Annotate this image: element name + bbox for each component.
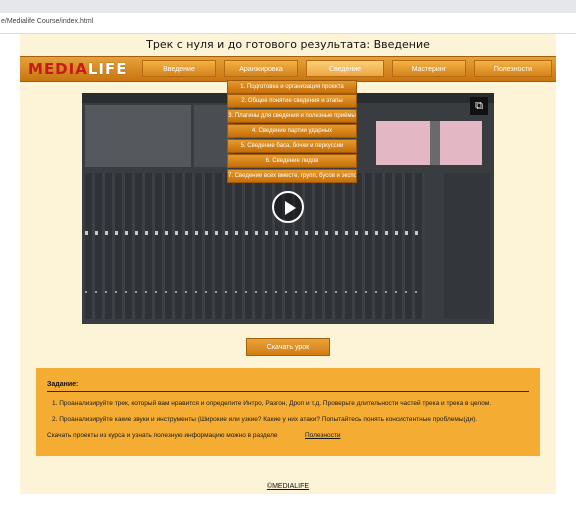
dropdown-item-5[interactable]: 5. Сведение баса, бочки и перкуссии	[227, 139, 357, 153]
dropdown-item-3[interactable]: 3. Плагины для сведения и полезные приём…	[227, 109, 357, 123]
useful-link[interactable]: Полезности	[305, 432, 340, 439]
nav-item-useful[interactable]: Полезности	[474, 60, 552, 77]
daw-mixer-inserts	[444, 173, 490, 319]
dropdown-item-6[interactable]: 6. Сведение лидов	[227, 154, 357, 168]
nav-item-mastering[interactable]: Мастеринг	[392, 60, 466, 77]
mixer-routing	[85, 291, 425, 293]
task-divider	[47, 391, 529, 392]
address-bar[interactable]: e/Medialife Course/index.html	[0, 13, 576, 34]
course-page: Трек с нуля и до готового результата: Вв…	[20, 34, 556, 494]
medialife-logo[interactable]: MEDIALIFE	[28, 60, 127, 78]
nav-item-mixing[interactable]: Сведение	[306, 60, 384, 77]
daw-waveform-marker	[430, 121, 440, 165]
main-navbar: MEDIALIFE Введение Аранжировка Сведение …	[20, 56, 556, 82]
task-footer-text: Скачать проекты из курса и узнать полезн…	[47, 432, 278, 439]
external-link-icon[interactable]: ⧉	[470, 97, 488, 115]
daw-mixer	[85, 173, 425, 319]
nav-item-intro[interactable]: Введение	[142, 60, 216, 77]
footer-copyright[interactable]: ©MEDIALIFE	[20, 483, 556, 490]
dropdown-item-1[interactable]: 1. Подготовка и организация проекта	[227, 80, 357, 94]
dropdown-item-4[interactable]: 4. Сведение партии ударных	[227, 124, 357, 138]
url-text[interactable]: e/Medialife Course/index.html	[1, 18, 93, 25]
mixer-faders	[85, 231, 425, 235]
dropdown-item-2[interactable]: 2. Общее понятие сведения и этапы	[227, 94, 357, 108]
daw-channel-rack	[85, 105, 191, 167]
task-title: Задание:	[47, 381, 79, 388]
task-item-2: 2. Проанализируйте какие звуки и инструм…	[52, 416, 478, 423]
task-item-1: 1. Проанализируйте трек, который вам нра…	[52, 400, 492, 407]
play-icon[interactable]	[272, 191, 304, 223]
browser-tab-bar	[0, 0, 576, 13]
download-lesson-button[interactable]: Скачать урок	[246, 338, 330, 356]
nav-item-arrangement[interactable]: Аранжировка	[224, 60, 298, 77]
page-title: Трек с нуля и до готового результата: Вв…	[146, 38, 430, 51]
daw-waveform	[376, 121, 482, 165]
dropdown-item-7[interactable]: 7. Сведение всех вместе, групп, бусов и …	[227, 169, 357, 183]
task-box: Задание: 1. Проанализируйте трек, которы…	[36, 368, 540, 456]
